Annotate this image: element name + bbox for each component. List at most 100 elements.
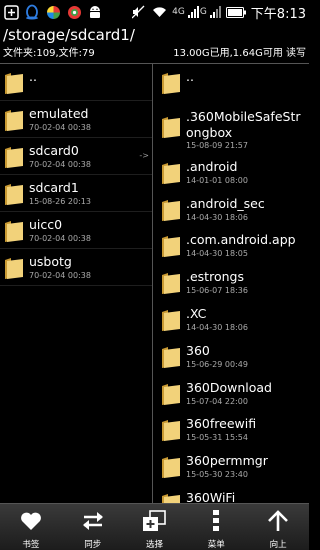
select-label: 选择 — [145, 540, 163, 550]
left-pane[interactable]: .. emulated 70-02-04 00:38 sdcard0 70-02… — [0, 64, 153, 504]
mute-icon — [130, 4, 146, 20]
list-item[interactable]: .estrongs 15-06-07 18:36 — [155, 264, 309, 301]
list-item[interactable]: 360WiFi — [155, 485, 309, 504]
folder-icon — [5, 73, 23, 94]
add-square-icon — [3, 4, 19, 20]
signal-icon — [187, 4, 199, 20]
item-name: uicc0 — [29, 217, 63, 232]
menu-label: 菜单 — [207, 540, 225, 550]
item-name: sdcard1 — [29, 180, 79, 195]
symlink-arrow: -> — [139, 151, 149, 160]
list-item[interactable]: 360permmgr 15-05-30 23:40 — [155, 448, 309, 485]
list-item[interactable]: .com.android.app 14-04-30 18:05 — [155, 227, 309, 264]
item-counts: 文件夹:109,文件:79 — [3, 48, 95, 59]
wifi-icon — [151, 4, 167, 20]
up-label: 向上 — [269, 540, 287, 550]
clock: 下午8:13 — [250, 6, 306, 22]
item-name: .. — [29, 69, 37, 84]
item-date: 70-02-04 00:38 — [29, 234, 91, 243]
item-date: 15-05-31 15:54 — [186, 433, 248, 443]
up-button[interactable]: 向上 — [247, 504, 309, 550]
item-date: 70-02-04 00:38 — [29, 123, 91, 132]
item-name: sdcard0 — [29, 143, 79, 158]
folder-icon — [162, 346, 180, 368]
signal-icon-2 — [209, 4, 221, 20]
item-date: 70-02-04 00:38 — [29, 160, 91, 169]
signal-g-label: G — [199, 7, 207, 17]
qq-penguin-icon — [24, 4, 40, 20]
item-date: 14-04-30 18:06 — [186, 212, 248, 222]
battery-icon — [225, 4, 246, 20]
bottom-toolbar: 书签 同步 选择 菜单 向上 — [0, 503, 309, 550]
current-path[interactable]: /storage/sdcard1/ — [0, 24, 309, 46]
list-item[interactable]: .XC 14-04-30 18:06 — [155, 301, 309, 338]
select-button[interactable]: 选择 — [124, 504, 186, 550]
item-date: 14-04-30 18:05 — [186, 249, 248, 259]
browser-app-icon — [66, 4, 82, 20]
item-date: 15-06-29 00:49 — [186, 359, 248, 369]
heart-icon — [20, 506, 42, 536]
bookmark-button[interactable]: 书签 — [0, 504, 62, 550]
item-date: 15-08-09 21:57 — [186, 140, 248, 150]
folder-icon — [162, 199, 180, 221]
list-item[interactable]: 360freewifi 15-05-31 15:54 — [155, 411, 309, 448]
item-name: .XC — [186, 305, 207, 321]
item-name: .estrongs — [186, 269, 244, 285]
folder-icon — [162, 73, 180, 94]
swap-arrows-icon — [81, 506, 105, 536]
item-date: 70-02-04 00:38 — [29, 271, 91, 280]
folder-icon — [162, 383, 180, 405]
list-item[interactable]: 360 15-06-29 00:49 — [155, 338, 309, 375]
item-name: .android_sec — [186, 195, 265, 211]
folder-icon — [5, 147, 23, 168]
bookmark-label: 书签 — [22, 540, 40, 550]
colorful-app-icon — [45, 4, 61, 20]
folder-icon — [162, 420, 180, 442]
list-item[interactable]: usbotg 70-02-04 00:38 — [0, 249, 152, 286]
list-item[interactable]: sdcard1 15-08-26 20:13 — [0, 175, 152, 212]
item-name: 360freewifi — [186, 416, 257, 432]
folder-icon — [162, 162, 180, 184]
folder-icon — [162, 236, 180, 258]
list-item-parent[interactable]: .. — [0, 64, 152, 101]
list-item[interactable]: emulated 70-02-04 00:38 — [0, 101, 152, 138]
item-date: 15-08-26 20:13 — [29, 197, 91, 206]
sync-button[interactable]: 同步 — [62, 504, 124, 550]
storage-usage: 13.00G已用,1.64G可用 读写 — [173, 48, 306, 59]
item-name: .android — [186, 158, 238, 174]
item-date: 15-06-07 18:36 — [186, 286, 248, 296]
item-date: 15-05-30 23:40 — [186, 470, 248, 480]
item-name: usbotg — [29, 254, 72, 269]
sync-label: 同步 — [84, 540, 102, 550]
folder-icon — [5, 184, 23, 205]
list-item[interactable]: .android 14-01-01 08:00 — [155, 154, 309, 191]
folder-icon — [5, 110, 23, 131]
folder-icon — [5, 258, 23, 279]
list-item[interactable]: sdcard0 70-02-04 00:38 -> — [0, 138, 152, 175]
list-item[interactable]: 360Download 15-07-04 22:00 — [155, 375, 309, 412]
item-name: .com.android.app — [186, 232, 296, 248]
more-vertical-icon — [212, 506, 220, 536]
menu-button[interactable]: 菜单 — [185, 504, 247, 550]
arrow-up-icon — [267, 506, 289, 536]
item-date: 14-04-30 18:06 — [186, 322, 248, 332]
item-name: 360 — [186, 342, 210, 358]
network-type-label: 4G — [172, 7, 185, 17]
item-name: emulated — [29, 106, 89, 121]
list-item[interactable]: .360MobileSafeStrongbox 15-08-09 21:57 — [155, 101, 309, 154]
multi-select-icon — [142, 506, 167, 536]
status-bar: 4G G 下午8:13 — [0, 0, 309, 24]
list-item[interactable]: .android_sec 14-04-30 18:06 — [155, 191, 309, 228]
list-item-parent[interactable]: .. — [155, 64, 309, 101]
android-icon — [87, 4, 103, 20]
list-item[interactable]: uicc0 70-02-04 00:38 — [0, 212, 152, 249]
folder-icon — [162, 309, 180, 331]
right-pane[interactable]: .. .360MobileSafeStrongbox 15-08-09 21:5… — [155, 64, 309, 504]
item-date: 14-01-01 08:00 — [186, 175, 248, 185]
dual-pane-browser: .. emulated 70-02-04 00:38 sdcard0 70-02… — [0, 63, 309, 504]
item-name: .. — [186, 69, 194, 84]
item-name: 360WiFi — [186, 489, 236, 504]
item-name: 360permmgr — [186, 453, 268, 469]
folder-icon — [162, 457, 180, 479]
info-bar: 文件夹:109,文件:79 13.00G已用,1.64G可用 读写 — [0, 46, 309, 62]
